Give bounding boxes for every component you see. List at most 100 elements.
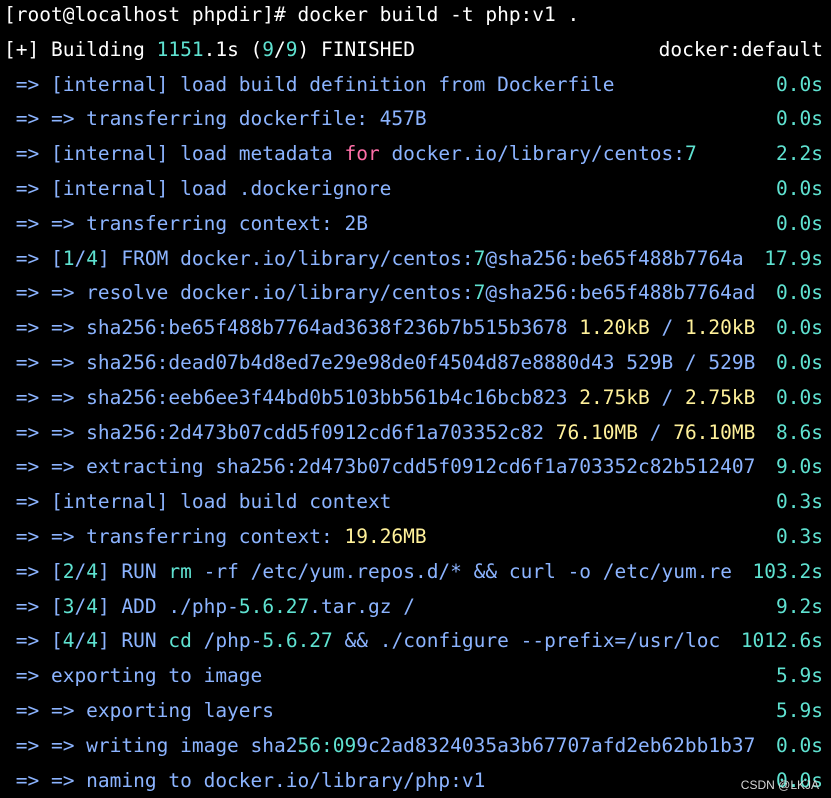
terminal-window[interactable]: [root@localhost phpdir]# docker build -t…: [0, 0, 831, 798]
line-text: => => exporting layers: [4, 694, 274, 729]
step-duration: 0.0s: [776, 276, 823, 311]
text-segment: 19.26MB: [344, 525, 427, 548]
text-segment: 9: [285, 37, 298, 61]
text-segment: 9: [262, 37, 275, 61]
text-segment: cd: [168, 629, 192, 653]
duration-text: 1012.6s: [740, 629, 823, 653]
duration-text: 2.2s: [776, 142, 823, 166]
step-duration: 0.0s: [776, 207, 823, 242]
duration-text: 0.0s: [776, 316, 823, 340]
line-text: => => sha256:2d473b07cdd5f0912cd6f1a7033…: [4, 416, 756, 451]
step-duration: 0.0s: [776, 311, 823, 346]
build-step-line: => => resolve docker.io/library/centos:7…: [0, 276, 831, 311]
text-segment: => => transferring dockerfile: 457B: [4, 107, 427, 131]
line-text: => => sha256:be65f488b7764ad3638f236b7b5…: [4, 311, 756, 346]
line-text: => exporting to image: [4, 659, 263, 694]
line-text: => [1/4] FROM docker.io/library/centos:7…: [4, 242, 744, 277]
duration-text: 0.0s: [776, 733, 823, 757]
builder-name: docker:default: [659, 33, 823, 68]
text-segment: => [internal] load build definition from…: [4, 72, 615, 96]
build-step-line: => => transferring context: 2B 0.0s: [0, 207, 831, 242]
text-segment: => [: [4, 246, 63, 270]
command-line: [root@localhost phpdir]# docker build -t…: [0, 0, 831, 33]
text-segment: 9c2ad8324035a3b67707afd2eb62bb1b37: [356, 733, 756, 757]
line-text: [+] Building 1151.1s (9/9) FINISHED: [4, 33, 415, 68]
step-duration: 0.3s: [776, 485, 823, 520]
text-segment: => => exporting layers: [4, 699, 275, 722]
text-segment: /php-: [191, 629, 263, 653]
text-segment: [root@localhost phpdir]# docker build -t…: [4, 3, 580, 26]
duration-text: 0.0s: [776, 385, 823, 409]
build-step-line: => exporting to image 5.9s: [0, 659, 831, 694]
line-text: => => transferring dockerfile: 457B: [4, 102, 427, 137]
line-text: => [internal] load build definition from…: [4, 68, 615, 103]
build-step-line: => => writing image sha256:099c2ad832403…: [0, 729, 831, 764]
text-segment: ] RUN: [97, 559, 169, 583]
build-step-line: => [internal] load metadata for docker.i…: [0, 137, 831, 172]
text-segment: 5.6.27: [262, 629, 333, 653]
step-duration: 0.0s: [776, 172, 823, 207]
text-segment: 7: [473, 246, 486, 270]
text-segment: 7: [473, 281, 486, 305]
text-segment: 5.6.27: [238, 594, 310, 618]
duration-text: 5.9s: [776, 699, 823, 722]
text-segment: 1151: [156, 37, 204, 61]
text-segment: /: [637, 420, 674, 444]
step-duration: 103.2s: [753, 555, 823, 590]
step-duration: 0.3s: [776, 520, 823, 555]
line-text: => => resolve docker.io/library/centos:7…: [4, 276, 756, 311]
watermark: CSDN @LKJA: [740, 778, 819, 792]
step-duration: 5.9s: [776, 659, 823, 694]
duration-text: 9.0s: [776, 455, 823, 479]
line-text: => [internal] load build context: [4, 485, 392, 520]
text-segment: ) FINISHED: [297, 37, 415, 61]
text-segment: => [internal] load .dockerignore: [4, 177, 392, 200]
text-segment: => [: [4, 559, 63, 583]
step-duration: 5.9s: [776, 694, 823, 729]
text-segment: 2.75kB: [684, 385, 756, 409]
duration-text: 0.0s: [776, 107, 823, 131]
text-segment: => => sha256:dead07b4d8ed7e29e98de0f4504…: [4, 351, 756, 374]
step-duration: 9.0s: [776, 450, 823, 485]
text-segment: /: [74, 559, 87, 583]
text-segment: 1: [62, 246, 75, 270]
step-duration: 0.0s: [776, 381, 823, 416]
text-segment: => => naming to docker.io/library/php:v1: [4, 768, 486, 792]
duration-text: 0.0s: [776, 211, 823, 235]
text-segment: /: [649, 316, 685, 340]
line-text: => [internal] load .dockerignore: [4, 172, 392, 207]
text-segment: .tar.gz /: [309, 594, 415, 618]
text-segment: 7: [684, 142, 697, 166]
text-segment: -rf /etc/yum.repos.d/* && curl -o /etc/y…: [191, 559, 732, 583]
text-segment: => => extracting sha256:2d473b07cdd5f091…: [4, 455, 756, 479]
step-duration: 0.0s: [776, 729, 823, 764]
text-segment: 4: [86, 594, 98, 618]
build-step-line: => [3/4] ADD ./php-5.6.27.tar.gz / 9.2s: [0, 590, 831, 625]
text-segment: => => sha256:eeb6ee3f44bd0b5103bb561b4c1…: [4, 385, 580, 409]
text-segment: /: [74, 246, 87, 270]
line-text: => => sha256:dead07b4d8ed7e29e98de0f4504…: [4, 346, 756, 381]
text-segment: 76.10MB: [555, 420, 638, 444]
step-duration: 2.2s: [776, 137, 823, 172]
step-duration: 9.2s: [776, 590, 823, 625]
text-segment: => [internal] load metadata: [4, 142, 345, 166]
build-step-line: => [internal] load .dockerignore 0.0s: [0, 172, 831, 207]
duration-text: 8.6s: [776, 420, 823, 444]
line-text: => [internal] load metadata for docker.i…: [4, 137, 697, 172]
build-step-line: => => sha256:be65f488b7764ad3638f236b7b5…: [0, 311, 831, 346]
duration-text: 0.3s: [776, 490, 823, 514]
text-segment: ] ADD ./php-: [97, 594, 239, 618]
build-step-line: => => sha256:dead07b4d8ed7e29e98de0f4504…: [0, 346, 831, 381]
build-step-line: => [internal] load build definition from…: [0, 68, 831, 103]
text-segment: => => transferring context: 2B: [4, 211, 368, 235]
text-segment: 4: [62, 629, 75, 653]
line-text: => => sha256:eeb6ee3f44bd0b5103bb561b4c1…: [4, 381, 756, 416]
text-segment: 2: [62, 559, 75, 583]
text-segment: @sha256:be65f488b7764ad: [485, 281, 756, 305]
step-duration: 17.9s: [764, 242, 823, 277]
line-text: => [2/4] RUN rm -rf /etc/yum.repos.d/* &…: [4, 555, 732, 590]
text-segment: /: [74, 594, 87, 618]
text-segment: [+] Building: [4, 37, 157, 61]
line-text: => [3/4] ADD ./php-5.6.27.tar.gz /: [4, 590, 415, 625]
text-segment: for: [344, 142, 380, 166]
